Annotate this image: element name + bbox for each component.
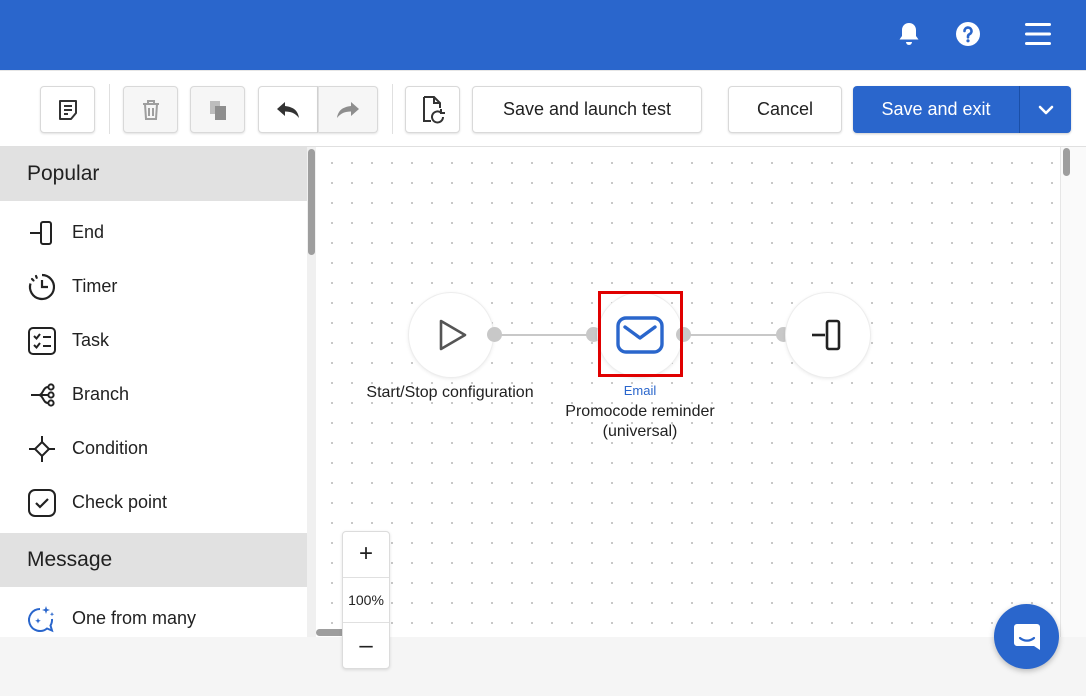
sidebar-item-label: Timer	[72, 275, 118, 296]
cancel-button[interactable]: Cancel	[728, 86, 842, 133]
undo-button[interactable]	[258, 86, 318, 133]
zoom-out-button[interactable]: –	[343, 624, 389, 668]
output-port[interactable]	[676, 327, 691, 342]
sidebar-item-label: Condition	[72, 437, 149, 458]
restore-version-button[interactable]	[405, 86, 460, 133]
node-label: Start/Stop configuration	[366, 384, 534, 401]
help-button[interactable]	[951, 17, 985, 51]
email-node[interactable]	[598, 293, 682, 377]
start-stop-node[interactable]	[409, 293, 493, 377]
chat-icon	[1013, 623, 1040, 650]
menu-icon	[1025, 23, 1051, 45]
sidebar-scrollbar[interactable]	[307, 147, 316, 637]
node-label: Promocode reminder	[565, 403, 715, 420]
notifications-button[interactable]	[892, 17, 926, 51]
app-header	[0, 0, 1086, 70]
delete-button[interactable]	[123, 86, 178, 133]
notes-button[interactable]	[40, 86, 95, 133]
connection-line	[690, 334, 778, 336]
toolbar-separator	[109, 84, 110, 134]
sidebar-item-timer[interactable]: Timer	[0, 259, 307, 313]
task-icon	[26, 325, 58, 357]
bell-icon	[899, 23, 919, 45]
node-label: (universal)	[602, 423, 678, 440]
zoom-in-button[interactable]: +	[343, 532, 389, 576]
sidebar-item-label: Task	[72, 329, 110, 350]
sparkle-chat-icon	[26, 603, 58, 635]
redo-button[interactable]	[318, 86, 378, 133]
sidebar-item-label: End	[72, 221, 105, 242]
copy-button[interactable]	[190, 86, 245, 133]
chevron-down-icon	[1038, 105, 1053, 114]
zoom-control: + 100% –	[342, 531, 390, 669]
section-header-popular: Popular	[0, 147, 307, 201]
end-node[interactable]	[786, 293, 870, 377]
copy-icon	[209, 100, 226, 120]
save-exit-button[interactable]: Save and exit	[853, 86, 1019, 133]
toolbar-separator	[392, 84, 393, 134]
editor-toolbar: Save and launch test Cancel Save and exi…	[0, 70, 1086, 147]
mail-icon	[616, 316, 664, 354]
section-header-message: Message	[0, 533, 307, 587]
sidebar-item-branch[interactable]: Branch	[0, 367, 307, 421]
play-icon	[439, 319, 467, 351]
sidebar-item-label: Branch	[72, 383, 130, 404]
sidebar-item-task[interactable]: Task	[0, 313, 307, 367]
menu-button[interactable]	[1021, 17, 1055, 51]
undo-icon	[277, 101, 299, 118]
sidebar-item-condition[interactable]: Condition	[0, 421, 307, 475]
redo-icon	[337, 101, 359, 118]
canvas-vertical-scrollbar[interactable]	[1060, 147, 1086, 637]
trash-icon	[142, 99, 159, 120]
support-chat-button[interactable]	[994, 604, 1059, 669]
sidebar-item-label: One from many	[72, 607, 197, 628]
sidebar-item-label: Check point	[72, 491, 168, 512]
scrollbar-thumb[interactable]	[1063, 148, 1070, 176]
branch-icon	[26, 379, 58, 411]
zoom-level: 100%	[343, 577, 389, 623]
restore-document-icon	[422, 95, 445, 123]
save-exit-split-button: Save and exit	[853, 86, 1071, 133]
sidebar-item-check-point[interactable]: Check point	[0, 475, 307, 529]
sidebar-item-one-from-many[interactable]: One from many	[0, 591, 307, 637]
condition-icon	[26, 433, 58, 465]
scrollbar-thumb[interactable]	[308, 149, 315, 255]
blocks-sidebar: Popular End Timer Task Branch Condition …	[0, 147, 316, 637]
output-port[interactable]	[487, 327, 502, 342]
save-options-dropdown[interactable]	[1019, 86, 1071, 133]
help-icon	[956, 22, 980, 46]
notes-icon	[58, 99, 77, 120]
end-icon	[812, 319, 841, 351]
connection-line	[501, 334, 589, 336]
save-launch-test-button[interactable]: Save and launch test	[472, 86, 702, 133]
end-icon	[26, 217, 58, 249]
sidebar-item-end[interactable]: End	[0, 205, 307, 259]
node-type-label: Email	[623, 383, 657, 398]
checkpoint-icon	[26, 487, 58, 519]
timer-icon	[26, 271, 58, 303]
